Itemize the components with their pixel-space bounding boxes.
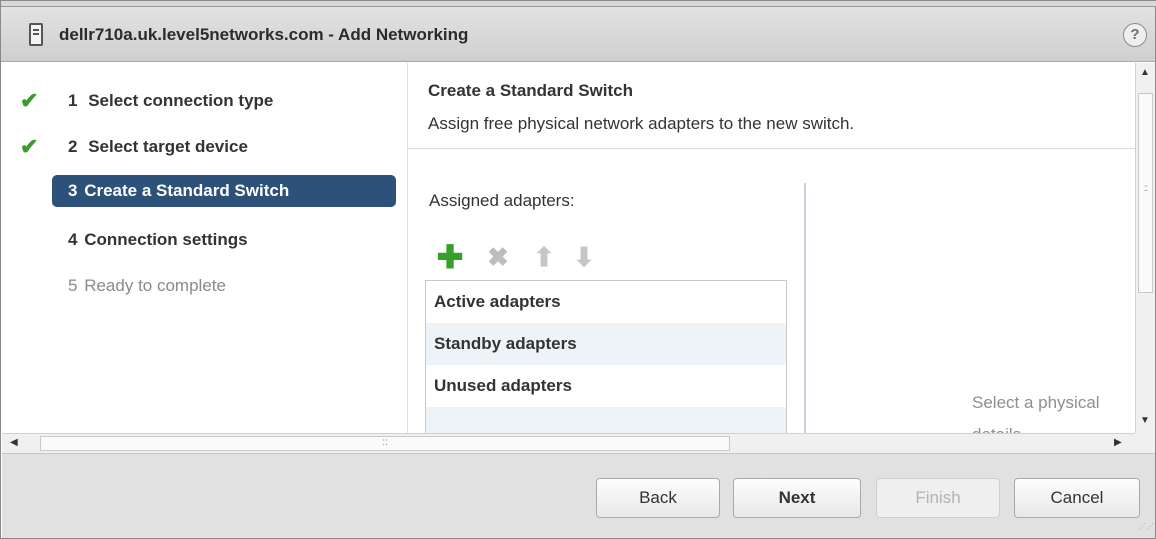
page-description: Assign free physical network adapters to…: [428, 114, 855, 133]
scroll-down-icon[interactable]: ▼: [1140, 415, 1150, 426]
step-number: 2: [68, 137, 78, 156]
detail-hint-line: details: [972, 419, 1100, 433]
completed-check-icon: ✔: [20, 88, 39, 113]
wizard-steps-nav: ✔ 1 Select connection type ✔ 2 Select ta…: [2, 63, 406, 433]
list-item-unused-adapters[interactable]: Unused adapters: [426, 365, 786, 407]
horizontal-scroll-thumb[interactable]: ::: [40, 436, 730, 451]
step-label: Ready to complete: [84, 276, 226, 295]
adapter-details-hint: Select a physical details: [972, 387, 1100, 433]
step-number: 1: [68, 91, 78, 110]
step-number: 4: [68, 230, 78, 249]
remove-adapter-icon[interactable]: ✖: [484, 243, 512, 271]
dialog-footer: Back Next Finish Cancel ⋰⋰: [2, 453, 1155, 538]
step-number: 5: [68, 276, 78, 295]
vertical-scroll-thumb[interactable]: ::: [1138, 93, 1153, 293]
detail-hint-line: Select a physical: [972, 393, 1100, 412]
list-item-empty: [426, 407, 786, 433]
assigned-adapters-label: Assigned adapters:: [429, 191, 575, 210]
step-label: Create a Standard Switch: [84, 181, 290, 200]
help-icon[interactable]: ?: [1123, 23, 1147, 47]
step-select-target-device[interactable]: ✔ 2 Select target device: [20, 131, 398, 163]
scroll-right-icon[interactable]: ▶: [1114, 437, 1122, 448]
page-title: Create a Standard Switch: [428, 81, 634, 100]
cancel-button[interactable]: Cancel: [1014, 478, 1140, 518]
pane-divider[interactable]: [804, 183, 806, 433]
content-header: Create a Standard Switch Assign free phy…: [408, 63, 1135, 149]
step-label: Select connection type: [88, 91, 274, 110]
assigned-adapters-list: Active adapters Standby adapters Unused …: [425, 280, 787, 433]
finish-button: Finish: [876, 478, 1000, 518]
title-bar: dellr710a.uk.level5networks.com - Add Ne…: [1, 7, 1155, 62]
content-pane: Create a Standard Switch Assign free phy…: [407, 63, 1135, 433]
step-connection-settings[interactable]: 4 Connection settings: [52, 224, 398, 256]
host-server-icon: [29, 23, 43, 46]
dialog-title: dellr710a.uk.level5networks.com - Add Ne…: [59, 25, 469, 44]
step-label: Select target device: [88, 137, 248, 156]
back-button[interactable]: Back: [596, 478, 720, 518]
scroll-up-icon[interactable]: ▲: [1140, 67, 1150, 78]
step-ready-to-complete: 5 Ready to complete: [52, 270, 398, 302]
move-up-icon[interactable]: ⬆: [530, 243, 558, 271]
step-label: Connection settings: [84, 230, 248, 249]
list-item-active-adapters[interactable]: Active adapters: [426, 281, 786, 323]
step-select-connection-type[interactable]: ✔ 1 Select connection type: [20, 85, 398, 117]
move-down-icon[interactable]: ⬇: [570, 243, 598, 271]
next-button[interactable]: Next: [733, 478, 861, 518]
adapter-toolbar: ✚ ✖ ⬆ ⬇: [436, 241, 616, 273]
add-adapter-icon[interactable]: ✚: [436, 241, 464, 273]
step-create-standard-switch[interactable]: 3 Create a Standard Switch: [52, 175, 396, 207]
scrollbar-corner: [1135, 433, 1155, 453]
list-item-standby-adapters[interactable]: Standby adapters: [426, 323, 786, 365]
step-number: 3: [68, 181, 78, 200]
completed-check-icon: ✔: [20, 134, 39, 159]
vertical-scrollbar[interactable]: ▲ :: ▼: [1135, 63, 1155, 433]
resize-grip-icon[interactable]: ⋰⋰: [1138, 523, 1154, 536]
scroll-left-icon[interactable]: ◀: [10, 437, 18, 448]
add-networking-dialog: dellr710a.uk.level5networks.com - Add Ne…: [0, 0, 1156, 539]
horizontal-scrollbar[interactable]: ◀ :: ▶: [2, 433, 1135, 453]
